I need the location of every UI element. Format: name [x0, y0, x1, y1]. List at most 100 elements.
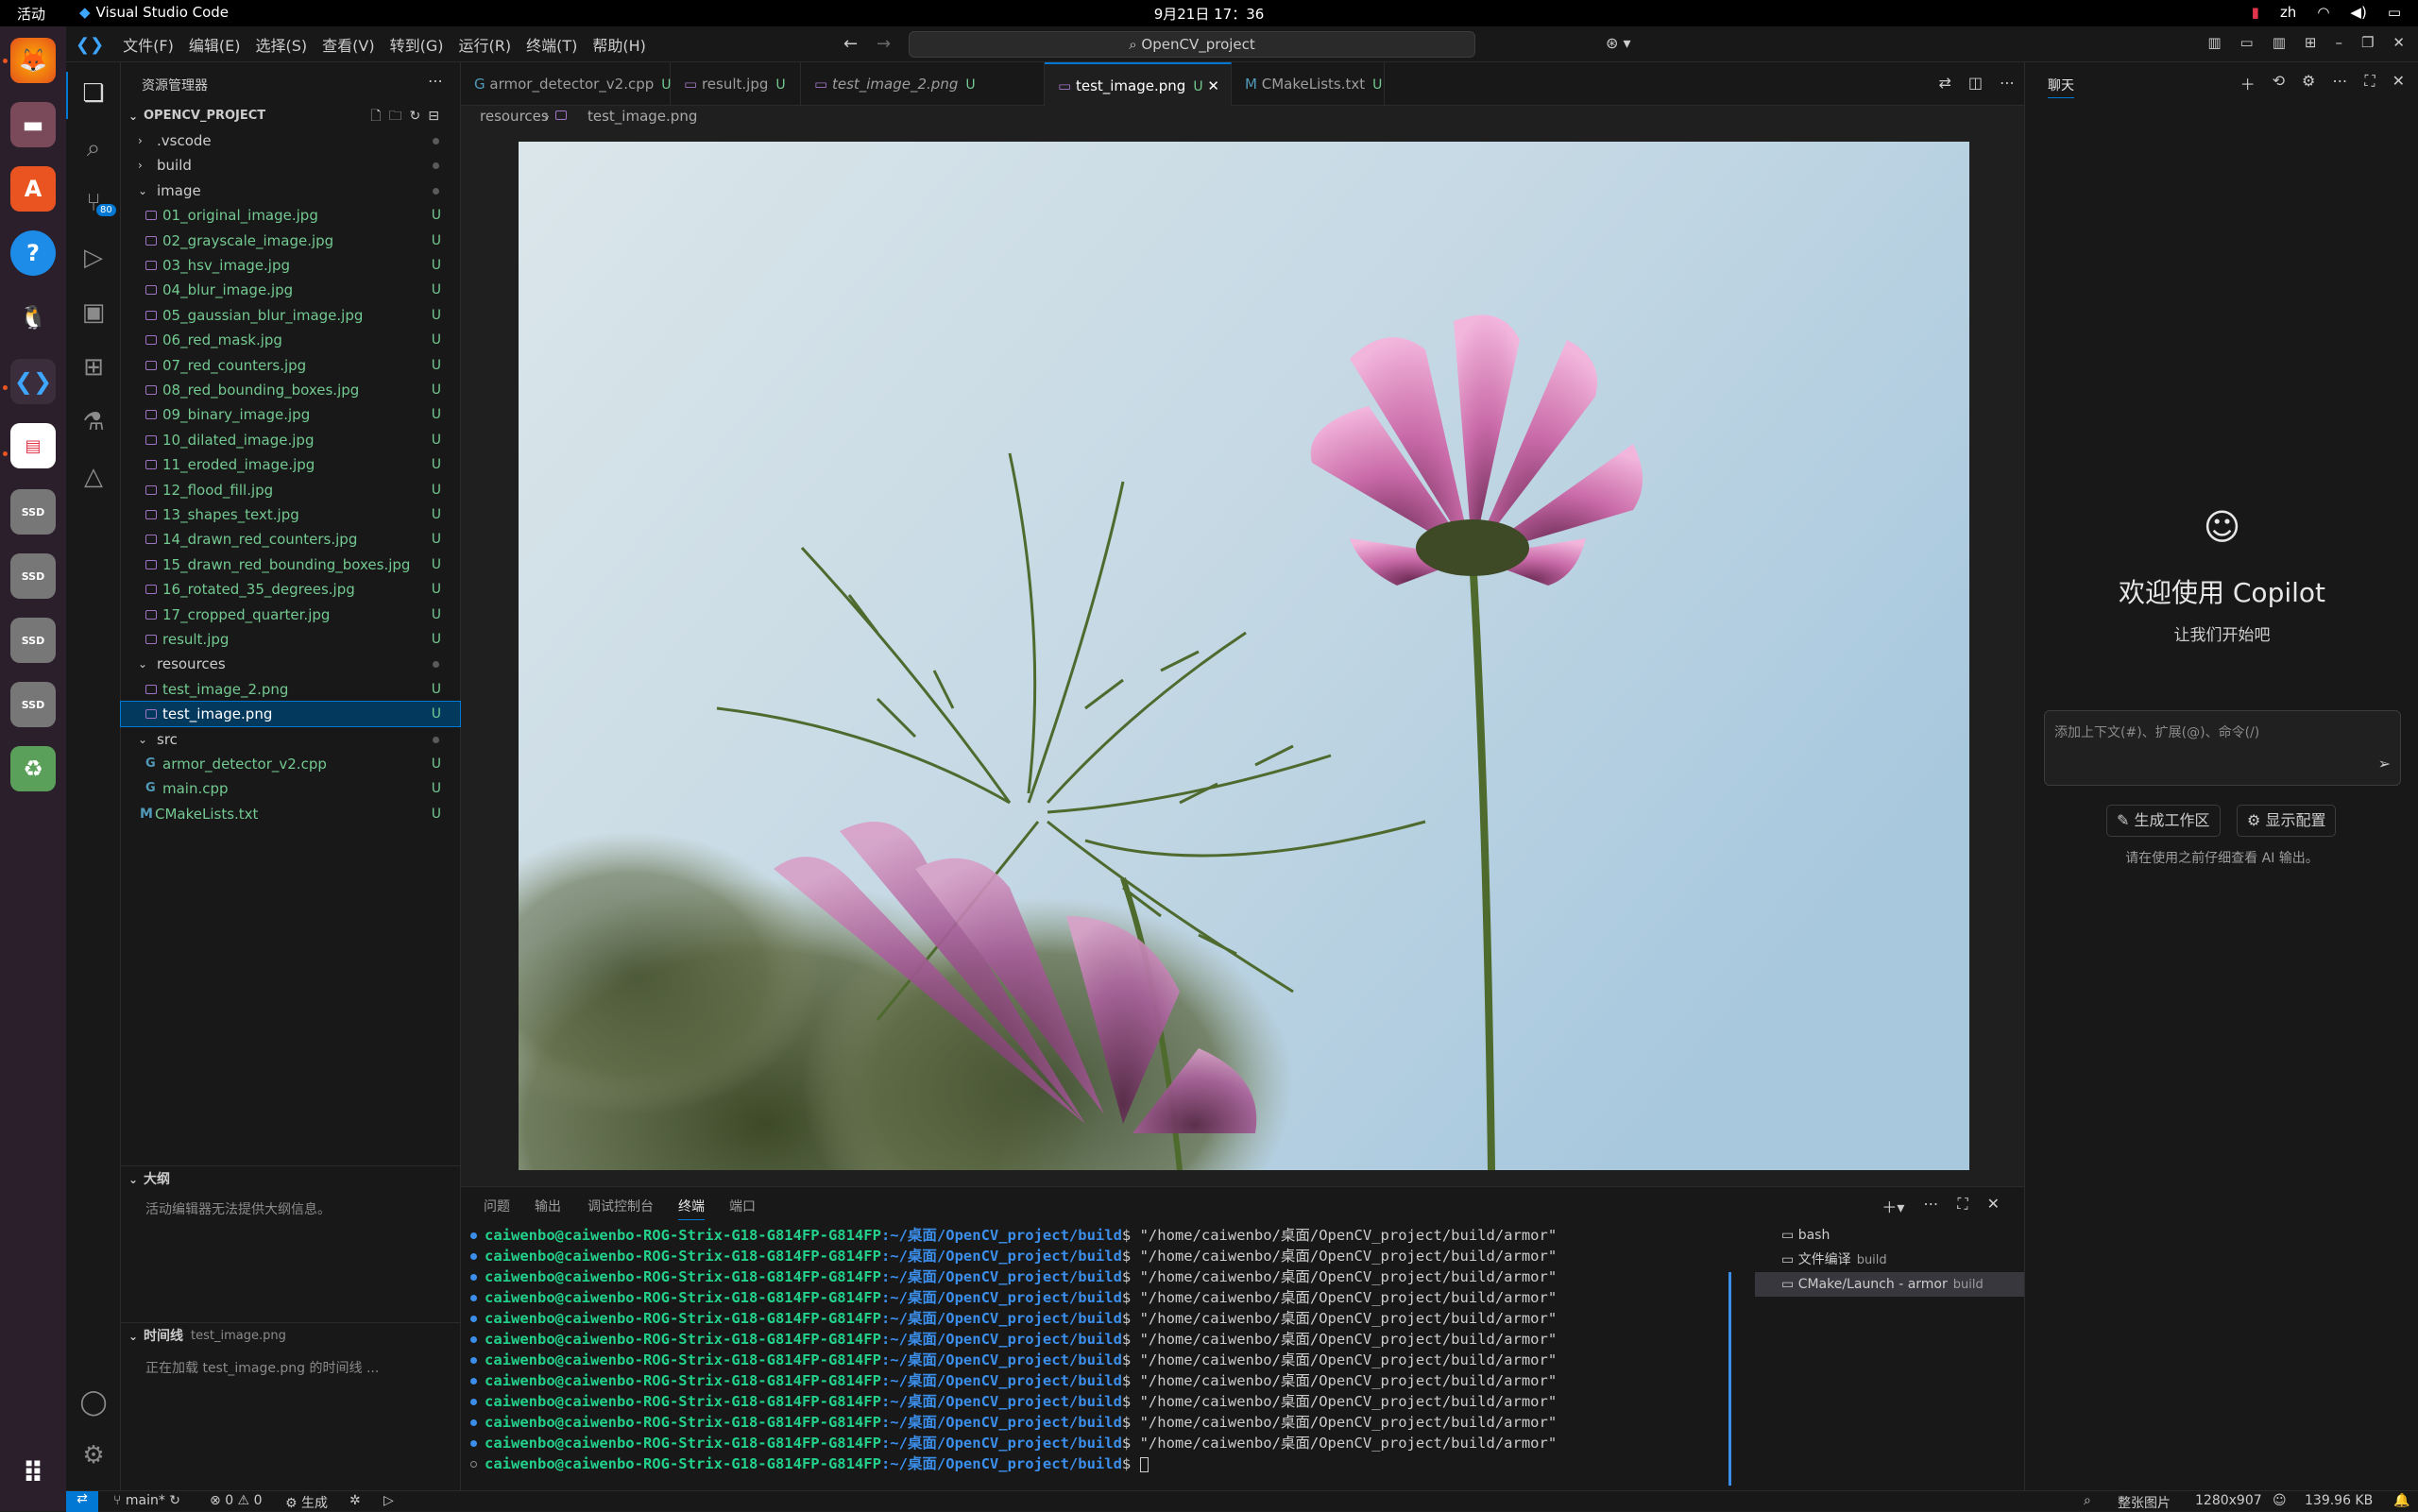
system-tray[interactable]: ▮ zh ◠ ◀) ▭: [2252, 4, 2401, 21]
command-decoration-icon[interactable]: [470, 1357, 477, 1364]
editor-tab[interactable]: ▭ test_image_2.png U: [801, 62, 1045, 106]
command-decoration-icon[interactable]: [470, 1336, 477, 1343]
explorer-icon[interactable]: ❏: [77, 77, 110, 110]
run-icon[interactable]: ▷: [383, 1493, 394, 1508]
chat-input[interactable]: 添加上下文(#)、扩展(@)、命令(/) ➢: [2044, 710, 2401, 786]
breadcrumb-file[interactable]: test_image.png: [587, 108, 697, 125]
tree-file[interactable]: test_image.png U: [120, 701, 461, 728]
tree-file[interactable]: 11_eroded_image.jpg U: [121, 452, 460, 477]
tree-file[interactable]: 06_red_mask.jpg U: [121, 328, 460, 352]
ssd-drive-icon[interactable]: SSD: [10, 489, 56, 535]
tree-file[interactable]: 14_drawn_red_counters.jpg U: [121, 527, 460, 552]
generate-workspace-button[interactable]: ✎ 生成工作区: [2106, 805, 2221, 837]
record-icon[interactable]: ▮: [2252, 4, 2259, 21]
timeline-section-header[interactable]: ⌄ 时间线 test_image.png: [121, 1324, 460, 1349]
close-chat-icon[interactable]: ✕: [2392, 72, 2405, 94]
command-decoration-icon[interactable]: [470, 1461, 477, 1468]
settings-gear-icon[interactable]: ⚙: [77, 1439, 110, 1471]
search-activity-icon[interactable]: ⌕: [77, 132, 110, 164]
explorer-actions[interactable]: 🗋🗀↻⊟: [370, 104, 447, 128]
command-decoration-icon[interactable]: [470, 1440, 477, 1447]
tree-file[interactable]: 17_cropped_quarter.jpg U: [121, 603, 460, 627]
tree-file[interactable]: 02_grayscale_image.jpg U: [121, 229, 460, 253]
app-center-icon[interactable]: A: [10, 166, 56, 212]
accounts-icon[interactable]: ◯: [77, 1386, 110, 1419]
menu-help[interactable]: 帮助(H): [585, 33, 654, 56]
editor-tab[interactable]: ▭ test_image.png U ✕: [1045, 62, 1232, 106]
vscode-dock-icon[interactable]: ❮❯: [10, 359, 56, 404]
workspace-root[interactable]: ⌄ OPENCV_PROJECT 🗋🗀↻⊟: [121, 104, 460, 128]
copilot-status-icon[interactable]: ☺: [2273, 1493, 2287, 1508]
cmake-build-button[interactable]: ⚙ 生成: [285, 1493, 328, 1512]
chat-title[interactable]: 聊天: [2048, 76, 2074, 98]
tree-file[interactable]: 05_gaussian_blur_image.jpg U: [121, 303, 460, 328]
tree-file[interactable]: result.jpg U: [121, 627, 460, 652]
source-control-icon[interactable]: ⑂ 80: [77, 187, 116, 219]
menu-edit[interactable]: 编辑(E): [181, 33, 248, 56]
ssd-drive-icon[interactable]: SSD: [10, 553, 56, 599]
command-decoration-icon[interactable]: [470, 1295, 477, 1301]
compare-icon[interactable]: ⇄: [1938, 74, 1950, 92]
new-chat-icon[interactable]: ＋: [2240, 72, 2256, 94]
breadcrumb-folder[interactable]: resources: [480, 108, 549, 125]
files-icon[interactable]: ▬: [10, 102, 56, 147]
problems-indicator[interactable]: ⊗ 0 ⚠ 0: [210, 1493, 262, 1508]
tree-file[interactable]: 12_flood_fill.jpg U: [121, 478, 460, 502]
tab-debug-console[interactable]: 调试控制台: [587, 1197, 654, 1215]
command-decoration-icon[interactable]: [470, 1399, 477, 1405]
terminal-list-item[interactable]: ▭ 文件编译 build: [1755, 1248, 2024, 1272]
editor-tab[interactable]: G armor_detector_v2.cpp U: [461, 62, 672, 106]
tree-file[interactable]: 16_rotated_35_degrees.jpg U: [121, 577, 460, 602]
tree-file[interactable]: Gmain.cpp U: [121, 776, 460, 801]
clock[interactable]: 9月21日 17：36: [0, 4, 2418, 24]
menu-run[interactable]: 运行(R): [451, 33, 519, 56]
command-decoration-icon[interactable]: [470, 1274, 477, 1281]
tree-file[interactable]: 01_original_image.jpg U: [121, 203, 460, 228]
menu-view[interactable]: 查看(V): [315, 33, 382, 56]
run-debug-icon[interactable]: ▷: [77, 242, 110, 274]
text-editor-icon[interactable]: ▤: [10, 423, 56, 468]
forward-arrow-icon[interactable]: →: [877, 34, 891, 54]
editor-tab[interactable]: M CMakeLists.txt U: [1232, 62, 1385, 106]
testing-icon[interactable]: ⚗: [77, 406, 110, 438]
remote-indicator-icon[interactable]: ⇄: [66, 1491, 98, 1512]
qq-icon[interactable]: 🐧: [10, 295, 56, 340]
toggle-primary-sidebar-icon[interactable]: ▥: [2207, 34, 2221, 51]
ssd-drive-icon[interactable]: SSD: [10, 618, 56, 663]
back-arrow-icon[interactable]: ←: [843, 34, 858, 54]
tab-output[interactable]: 输出: [535, 1197, 561, 1215]
outline-section-header[interactable]: ⌄ 大纲: [121, 1167, 460, 1192]
chat-more-icon[interactable]: ⋯: [2332, 72, 2347, 94]
show-config-button[interactable]: ⚙ 显示配置: [2237, 805, 2337, 837]
tab-terminal[interactable]: 终端: [678, 1197, 705, 1220]
minimize-icon[interactable]: –: [2335, 34, 2342, 51]
tab-problems[interactable]: 问题: [484, 1197, 510, 1215]
close-window-icon[interactable]: ✕: [2392, 34, 2405, 51]
tree-file[interactable]: 08_red_bounding_boxes.jpg U: [121, 378, 460, 402]
tab-ports[interactable]: 端口: [729, 1197, 756, 1215]
menu-selection[interactable]: 选择(S): [247, 33, 315, 56]
tree-file[interactable]: 15_drawn_red_bounding_boxes.jpg U: [121, 552, 460, 577]
tree-folder[interactable]: ⌄ resources: [121, 652, 460, 676]
tree-file[interactable]: 07_red_counters.jpg U: [121, 353, 460, 378]
toggle-panel-icon[interactable]: ▭: [2240, 34, 2254, 51]
command-decoration-icon[interactable]: [470, 1419, 477, 1426]
command-decoration-icon[interactable]: [470, 1316, 477, 1322]
close-tab-icon[interactable]: ✕: [1203, 77, 1219, 94]
split-editor-icon[interactable]: ◫: [1968, 74, 1983, 92]
ssd-drive-icon[interactable]: SSD: [10, 682, 56, 727]
debug-icon[interactable]: ✲: [349, 1493, 361, 1508]
image-preview[interactable]: [519, 142, 1969, 1170]
command-decoration-icon[interactable]: [470, 1232, 477, 1239]
tree-file[interactable]: 10_dilated_image.jpg U: [121, 428, 460, 452]
tree-folder[interactable]: › .vscode: [121, 128, 460, 153]
editor-more-icon[interactable]: ⋯: [2000, 74, 2015, 92]
firefox-icon[interactable]: 🦊: [10, 38, 56, 83]
whole-image-label[interactable]: 整张图片: [2118, 1493, 2171, 1512]
zoom-icon[interactable]: ⌕: [2084, 1493, 2091, 1508]
command-decoration-icon[interactable]: [470, 1253, 477, 1260]
close-panel-icon[interactable]: ✕: [1987, 1195, 2000, 1217]
tree-file[interactable]: M CMakeLists.txt U: [121, 802, 460, 826]
command-center-search[interactable]: ⌕ OpenCV_project: [909, 31, 1475, 58]
terminal-list-item[interactable]: ▭ CMake/Launch - armor build: [1755, 1272, 2024, 1297]
